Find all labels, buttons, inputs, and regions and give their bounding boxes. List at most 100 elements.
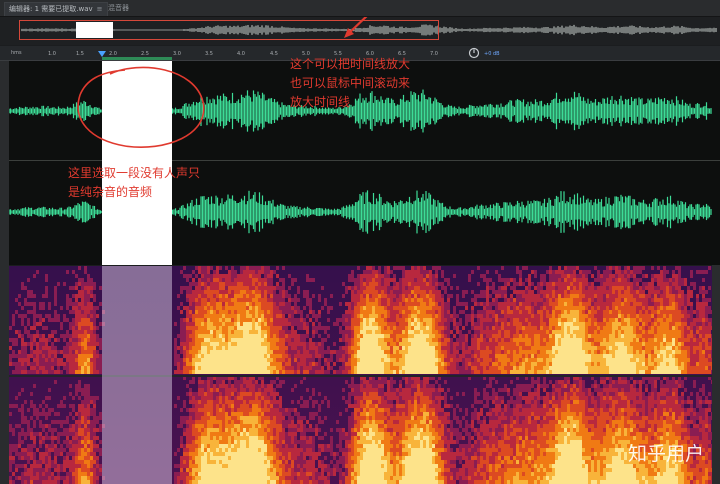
spectrogram-cell: [240, 298, 243, 302]
spectrogram-cell: [81, 290, 84, 294]
spectrogram-cell: [255, 346, 258, 350]
spectrogram-cell: [243, 330, 246, 334]
spectrogram-cell: [309, 354, 312, 358]
spectrogram-cell: [195, 354, 198, 358]
spectrogram-cell: [204, 266, 207, 270]
spectrogram-cell: [48, 350, 51, 354]
overview-strip[interactable]: [0, 17, 720, 45]
spectrogram-cell: [12, 370, 15, 374]
spectrogram-cell: [54, 290, 57, 294]
spectrogram-cell: [585, 298, 588, 302]
spectrogram-cell: [240, 342, 243, 346]
spectrogram-cell: [558, 334, 561, 338]
spectrogram-cell: [519, 354, 522, 358]
spectrogram-cell: [66, 298, 69, 302]
spectrogram-cell: [582, 350, 585, 354]
playhead-marker[interactable]: [98, 49, 106, 57]
spectrogram-cell: [519, 302, 522, 306]
spectrogram-cell: [75, 362, 78, 366]
spectrogram-cell: [21, 338, 24, 342]
ruler-tick: 1.5: [76, 51, 84, 57]
spectrogram-cell: [342, 366, 345, 370]
spectrogram-cell: [489, 338, 492, 342]
spectrogram-cell: [192, 306, 195, 310]
spectrogram-cell: [237, 366, 240, 370]
spectrogram-cell: [462, 350, 465, 354]
spectrogram-cell: [243, 294, 246, 298]
spectrogram-cell: [402, 318, 405, 322]
spectrogram-cell: [225, 354, 228, 358]
spectrogram-cell: [264, 318, 267, 322]
spectrogram-cell: [408, 286, 411, 290]
spectrogram-cell: [291, 358, 294, 362]
spectrogram-cell: [417, 294, 420, 298]
menu-icon[interactable]: ≡: [97, 5, 103, 13]
spectrogram-cell: [558, 322, 561, 326]
spectrogram-cell: [234, 350, 237, 354]
spectrogram-cell: [198, 306, 201, 310]
spectrogram-cell: [465, 302, 468, 306]
spectrogram-cell: [519, 278, 522, 282]
spectrogram-cell: [387, 290, 390, 294]
zoom-dial-icon[interactable]: [468, 47, 480, 59]
spectrogram-cell: [66, 366, 69, 370]
spectrogram-cell: [27, 358, 30, 362]
spectrogram-cell: [579, 354, 582, 358]
spectrogram-cell: [525, 350, 528, 354]
spectrogram-cell: [216, 314, 219, 318]
spectrogram-cell: [441, 358, 444, 362]
tab-mixer[interactable]: 混音器: [104, 2, 133, 15]
spectrogram-cell: [363, 346, 366, 350]
spectrogram-cell: [48, 314, 51, 318]
spectrogram-cell: [564, 358, 567, 362]
spectrogram-cell: [294, 330, 297, 334]
spectrogram-cell: [294, 302, 297, 306]
spectrogram-cell: [531, 326, 534, 330]
spectrogram-cell: [318, 358, 321, 362]
spectrogram-cell: [573, 354, 576, 358]
spectrogram-cell: [261, 286, 264, 290]
spectrogram-cell: [75, 354, 78, 358]
spectrogram-cell: [483, 290, 486, 294]
spectrogram-cell: [468, 318, 471, 322]
spectrogram-cell: [30, 362, 33, 366]
spectrogram-cell: [561, 330, 564, 334]
spectrogram-cell: [276, 326, 279, 330]
spectrogram-cell: [183, 358, 186, 362]
spectrogram-cell: [243, 314, 246, 318]
spectrogram-cell: [429, 298, 432, 302]
spectrogram-cell: [264, 350, 267, 354]
spectrogram-cell: [555, 330, 558, 334]
spectrogram-cell: [393, 338, 396, 342]
spectrogram-cell: [252, 346, 255, 350]
spectrogram-cell: [432, 286, 435, 290]
tab-editor[interactable]: 编辑器: 1 需要已提取.wav ≡: [4, 2, 108, 16]
spectrogram-cell: [222, 302, 225, 306]
spectrogram-cell: [339, 354, 342, 358]
spectrogram-cell: [582, 330, 585, 334]
spectrogram-cell: [510, 326, 513, 330]
spectrogram-cell: [576, 294, 579, 298]
spectrogram-cell: [72, 318, 75, 322]
spectrogram-cell: [561, 342, 564, 346]
spectrogram-cell: [381, 330, 384, 334]
spectrogram-cell: [402, 326, 405, 330]
spectrogram-cell: [585, 370, 588, 374]
spectrogram-cell: [381, 366, 384, 370]
spectrogram-cell: [396, 342, 399, 346]
spectrogram-cell: [483, 370, 486, 374]
spectrogram-cell: [39, 366, 42, 370]
spectrogram-cell: [342, 346, 345, 350]
spectrogram-cell: [387, 274, 390, 278]
spectrogram-cell: [219, 338, 222, 342]
spectrogram-cell: [36, 350, 39, 354]
spectrogram-cell: [303, 342, 306, 346]
spectrogram-cell: [258, 282, 261, 286]
spectrogram-cell: [264, 282, 267, 286]
spectrogram-cell: [351, 286, 354, 290]
spectrogram-cell: [597, 298, 600, 302]
spectrogram-cell: [483, 278, 486, 282]
spectrogram-cell: [561, 298, 564, 302]
spectrogram-cell: [429, 302, 432, 306]
spectrogram-cell: [78, 282, 81, 286]
